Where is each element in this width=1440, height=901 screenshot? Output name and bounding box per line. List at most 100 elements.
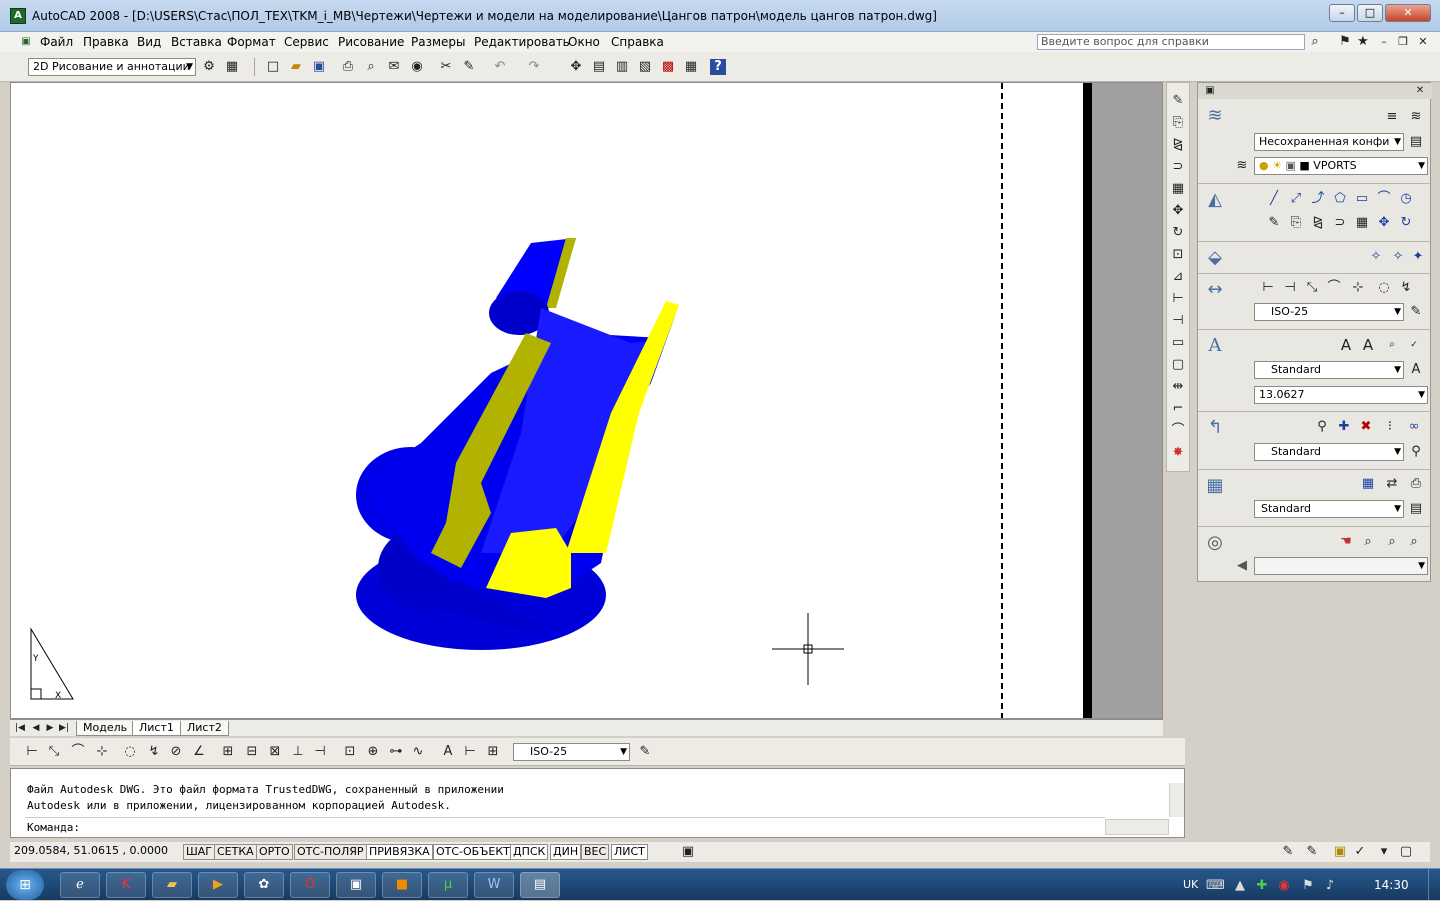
- angular-dim-icon[interactable]: ∠: [191, 744, 207, 760]
- utility-icon[interactable]: ✿: [244, 872, 284, 898]
- linear-dim-icon[interactable]: ⊢: [24, 744, 40, 760]
- layer-select[interactable]: ● ☀ ▣ ■ VPORTS ▼: [1254, 157, 1428, 175]
- jogged-dim-icon[interactable]: ↯: [146, 744, 162, 760]
- help-search-input[interactable]: Введите вопрос для справки: [1037, 34, 1305, 50]
- zoom-realtime-icon[interactable]: ⌕: [1360, 534, 1376, 550]
- move-icon[interactable]: ✥: [1376, 215, 1392, 231]
- orange-app-icon[interactable]: ■: [382, 872, 422, 898]
- erase-icon[interactable]: ✎: [1170, 93, 1186, 109]
- palette-menu-icon[interactable]: ▣: [1202, 83, 1218, 99]
- continue-dim-icon[interactable]: ⊠: [267, 744, 283, 760]
- menu-edit[interactable]: Правка: [83, 35, 129, 49]
- jogged-linear-icon[interactable]: ∿: [410, 744, 426, 760]
- sheet-set-icon[interactable]: ▩: [660, 59, 676, 75]
- toggle-otrack[interactable]: ОТС-ОБЪЕКТ: [433, 844, 513, 860]
- status-menu-icon[interactable]: ▾: [1376, 844, 1392, 860]
- tab-layout2[interactable]: Лист2: [180, 721, 229, 736]
- tray-opera-icon[interactable]: ◉: [1276, 878, 1292, 894]
- communication-center-icon[interactable]: ⚑: [1337, 34, 1353, 50]
- rotate-icon[interactable]: ↻: [1398, 215, 1414, 231]
- copy-icon[interactable]: ⎘: [1288, 215, 1304, 231]
- named-view-select[interactable]: ▼: [1254, 557, 1428, 575]
- table-panel-icon[interactable]: ▦: [1202, 473, 1228, 499]
- utorrent-icon[interactable]: µ: [428, 872, 468, 898]
- minimize-button[interactable]: –: [1329, 4, 1355, 22]
- undo-icon[interactable]: ↶: [492, 59, 508, 75]
- angular-dim-icon[interactable]: ⤡: [1304, 280, 1320, 296]
- hatch-icon[interactable]: ✧: [1368, 249, 1384, 265]
- coordinates-readout[interactable]: 209.0584, 51.0615 , 0.0000: [12, 844, 180, 860]
- save-icon[interactable]: ▣: [311, 59, 327, 75]
- tray-expand-icon[interactable]: ▲: [1232, 878, 1248, 894]
- offset-icon[interactable]: ⊃: [1170, 159, 1186, 175]
- ordinate-dim-icon[interactable]: ⊹: [94, 744, 110, 760]
- multileader-panel-icon[interactable]: ↰: [1202, 415, 1228, 441]
- mleaderstyle-select[interactable]: Standard ▼: [1254, 443, 1404, 461]
- publish-icon[interactable]: ✉: [386, 59, 402, 75]
- collet-3d-model[interactable]: Y X: [11, 83, 1083, 719]
- aligned-dim-icon[interactable]: ⊣: [1282, 280, 1298, 296]
- erase-icon[interactable]: ✎: [1266, 215, 1282, 231]
- kaspersky-icon[interactable]: K: [106, 872, 146, 898]
- trim-icon[interactable]: ⊢: [1170, 291, 1186, 307]
- rectangle-icon[interactable]: ▭: [1354, 191, 1370, 207]
- toggle-dyn[interactable]: ДИН: [550, 844, 582, 860]
- center-mark-icon[interactable]: ⊕: [365, 744, 381, 760]
- rotate-icon[interactable]: ↻: [1170, 225, 1186, 241]
- drawing-viewport[interactable]: Y X: [10, 82, 1163, 719]
- preview-icon[interactable]: ⌕: [363, 59, 379, 75]
- construction-line-icon[interactable]: ⤢: [1288, 191, 1304, 207]
- language-indicator[interactable]: UK: [1183, 878, 1198, 891]
- array-icon[interactable]: ▦: [1354, 215, 1370, 231]
- dim-text-edit-icon[interactable]: ⊢: [462, 744, 478, 760]
- tray-app-icon[interactable]: ✚: [1254, 878, 1270, 894]
- layer-state-select[interactable]: Несохраненная конфи ▼: [1254, 133, 1404, 151]
- show-desktop-button[interactable]: [1428, 869, 1440, 901]
- tolerance-icon[interactable]: ⊡: [342, 744, 358, 760]
- arc-length-icon[interactable]: ⌒: [70, 744, 86, 760]
- palette-close-icon[interactable]: ✕: [1412, 83, 1428, 99]
- gradient-icon[interactable]: ✧: [1390, 249, 1406, 265]
- offset-icon[interactable]: ⊃: [1332, 215, 1348, 231]
- volume-icon[interactable]: ♪: [1322, 878, 1338, 894]
- baseline-dim-icon[interactable]: ⊟: [244, 744, 260, 760]
- pan-realtime-icon[interactable]: ☚: [1338, 534, 1354, 550]
- workspace-select[interactable]: 2D Рисование и аннотации ▼: [28, 58, 196, 76]
- add-leader-icon[interactable]: ✚: [1336, 419, 1352, 435]
- aligned-dim-icon[interactable]: ⤡: [46, 744, 62, 760]
- chamfer-icon[interactable]: ⌐: [1170, 401, 1186, 417]
- autocad-task-icon[interactable]: ▤: [520, 872, 560, 898]
- multileader-icon[interactable]: ⚲: [1314, 419, 1330, 435]
- calculator-icon[interactable]: ▦: [683, 59, 699, 75]
- join-icon[interactable]: ⇹: [1170, 379, 1186, 395]
- match-properties-icon[interactable]: ✎: [461, 59, 477, 75]
- mirror-icon[interactable]: ⧎: [1170, 137, 1186, 153]
- dim-update-icon[interactable]: ⊞: [485, 744, 501, 760]
- pan-icon[interactable]: ✥: [568, 59, 584, 75]
- dim-break-icon[interactable]: ⊣: [312, 744, 328, 760]
- zoom-window-icon[interactable]: ⌕: [1384, 534, 1400, 550]
- quick-dim-icon[interactable]: ⊞: [220, 744, 236, 760]
- open-file-icon[interactable]: ▰: [288, 59, 304, 75]
- start-button[interactable]: ⊞: [6, 870, 44, 900]
- media-player-icon[interactable]: ▶: [198, 872, 238, 898]
- palette-dimstyle-select[interactable]: ISO-25 ▼: [1254, 303, 1404, 321]
- dimension-panel-icon[interactable]: ↔: [1202, 277, 1228, 303]
- extend-icon[interactable]: ⊣: [1170, 313, 1186, 329]
- break-at-point-icon[interactable]: ▭: [1170, 335, 1186, 351]
- web-publish-icon[interactable]: ◉: [409, 59, 425, 75]
- favorites-icon[interactable]: ★: [1355, 34, 1371, 50]
- keyboard-icon[interactable]: ⌨: [1206, 878, 1225, 894]
- properties-icon[interactable]: ▤: [591, 59, 607, 75]
- explode-icon[interactable]: ✸: [1170, 445, 1186, 461]
- design-center-icon[interactable]: ▥: [614, 59, 630, 75]
- polyline-icon[interactable]: ⤴: [1310, 191, 1326, 207]
- explorer-icon[interactable]: ▰: [152, 872, 192, 898]
- search-icon[interactable]: ⌕: [1307, 34, 1323, 50]
- toggle-lineweight[interactable]: ВЕС: [581, 844, 610, 860]
- doc-minimize-icon[interactable]: –: [1376, 34, 1392, 50]
- toggle-ortho[interactable]: ОРТО: [256, 844, 293, 860]
- table-icon[interactable]: ▦: [1360, 476, 1376, 492]
- arc-dim-icon[interactable]: ⌒: [1326, 280, 1342, 296]
- stretch-icon[interactable]: ⊿: [1170, 269, 1186, 285]
